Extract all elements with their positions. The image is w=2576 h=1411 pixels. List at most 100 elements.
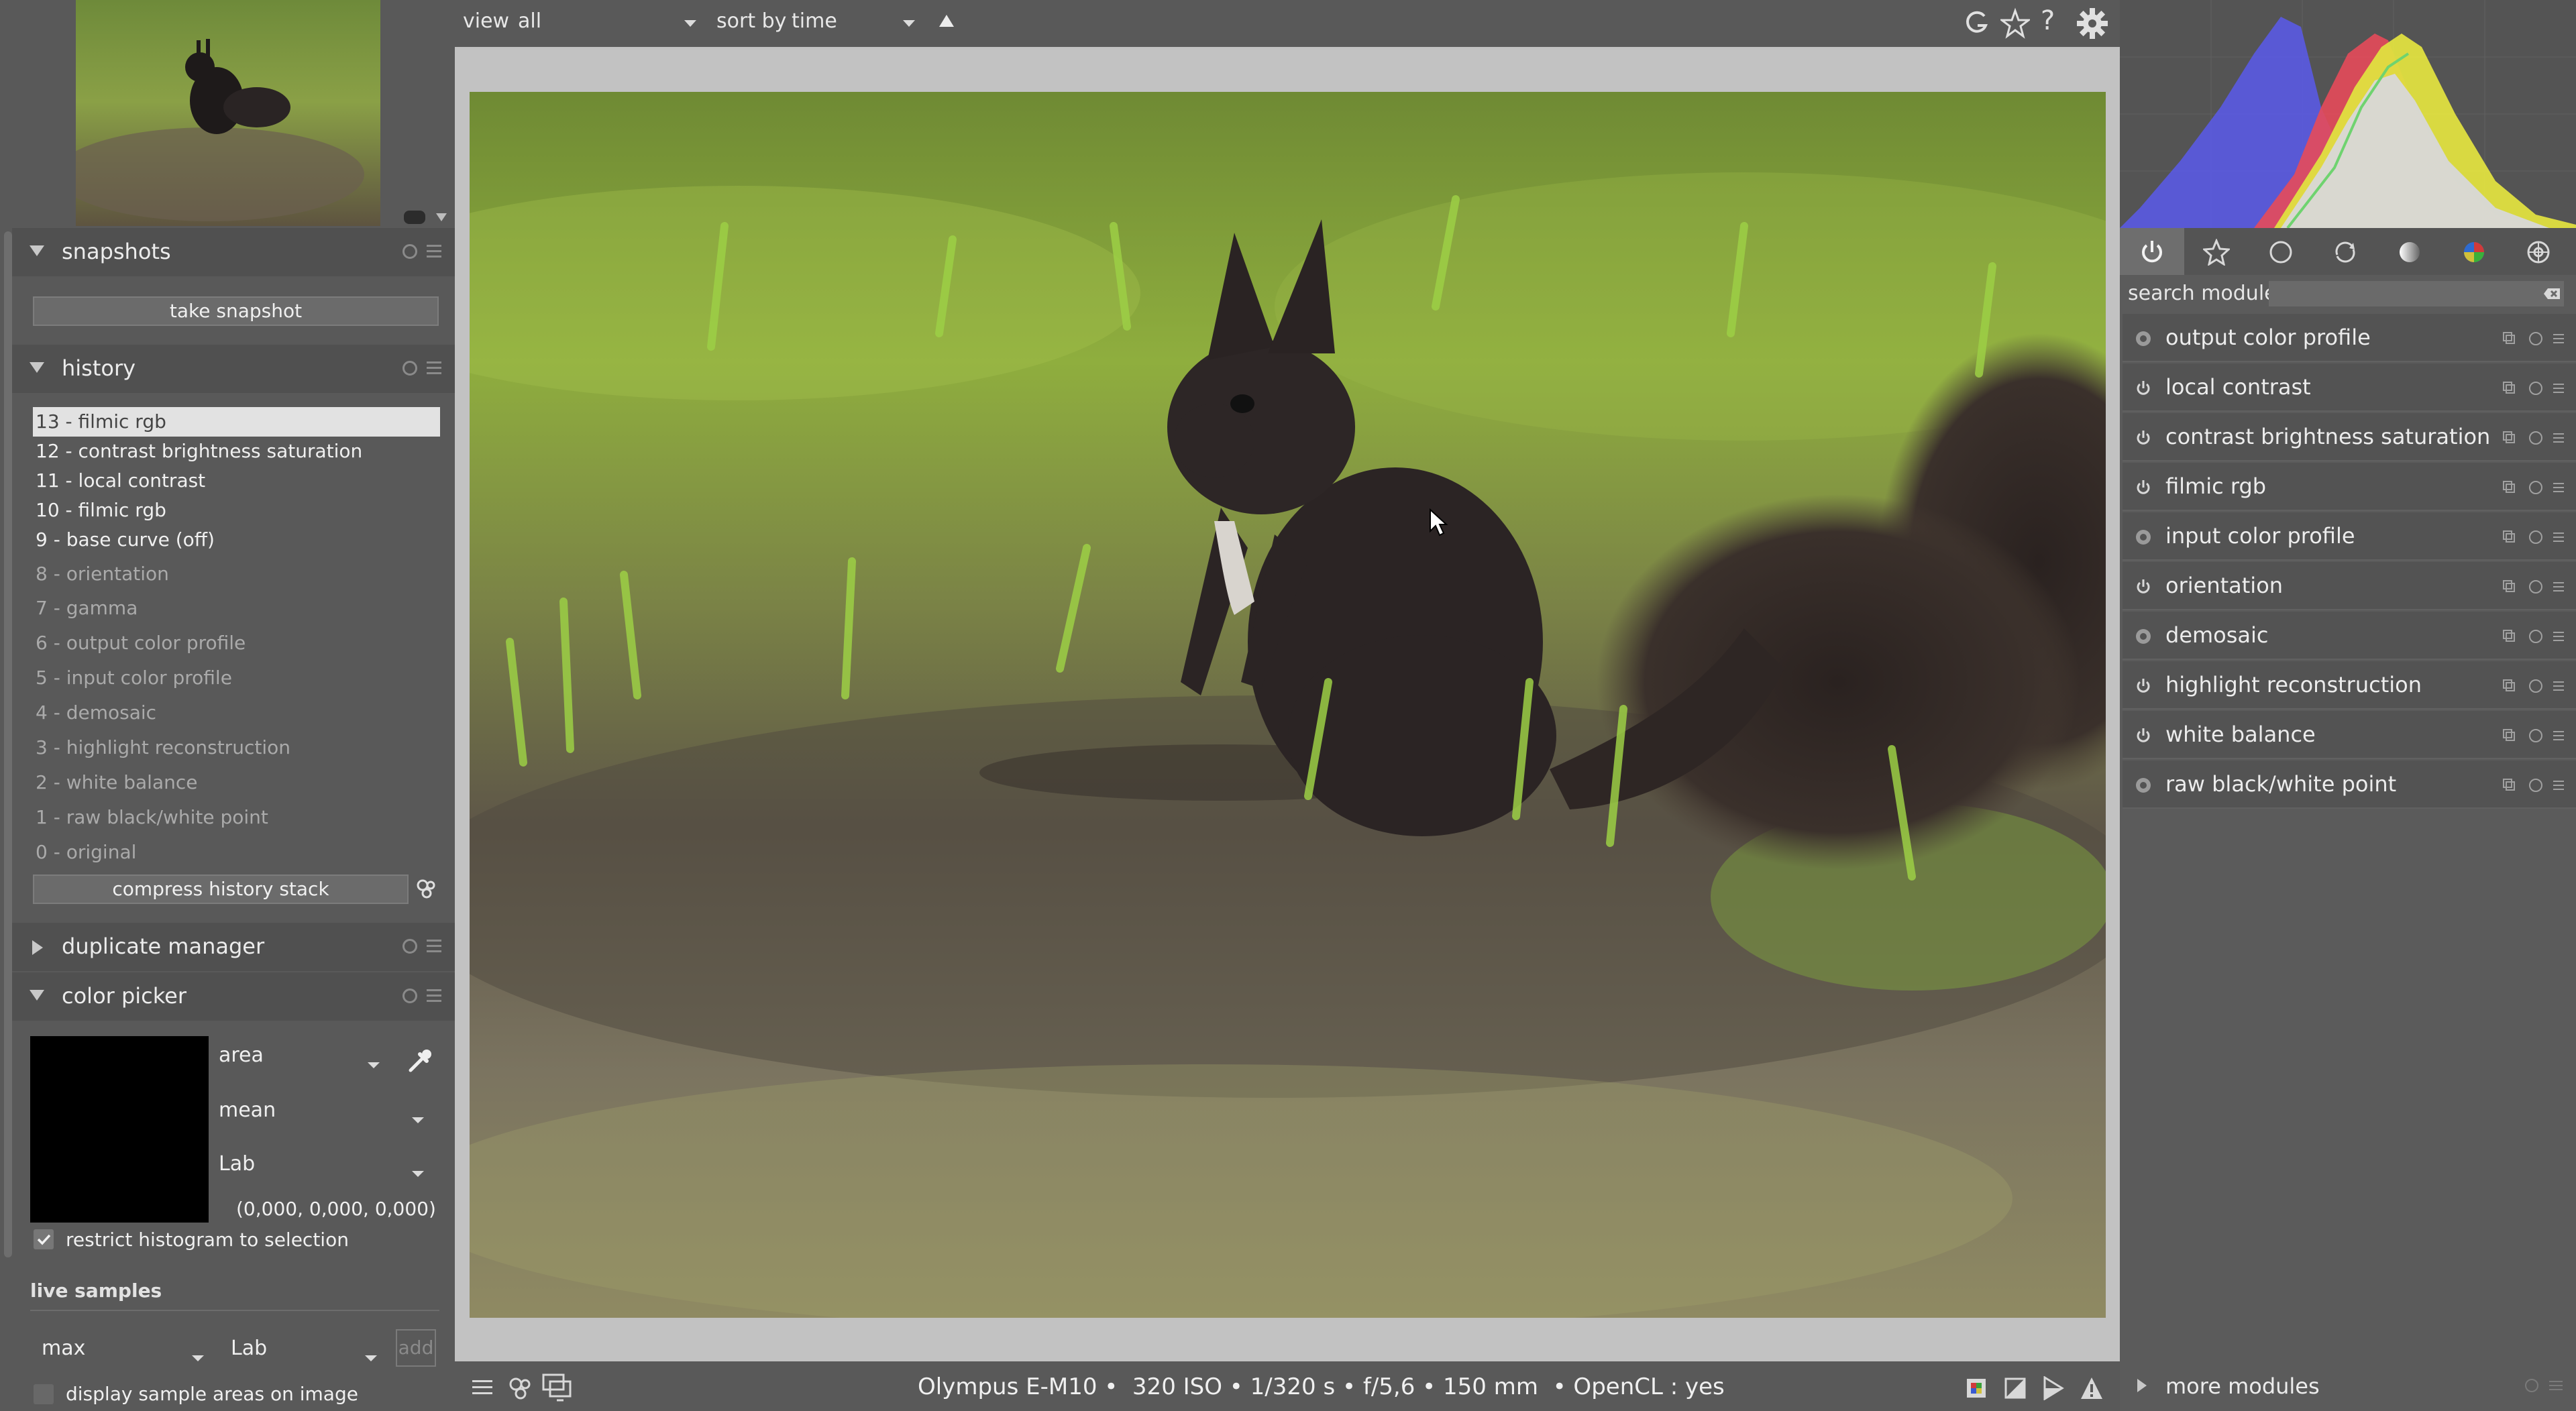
- hamburger-menu-icon[interactable]: [472, 1377, 492, 1398]
- gamut-check-icon[interactable]: [2080, 1376, 2104, 1400]
- overexposed-indicator-icon[interactable]: [2004, 1377, 2026, 1399]
- module-raw-black-white-point[interactable]: raw black/white point: [2123, 760, 2576, 809]
- picker-mode-dropdown[interactable]: area: [219, 1043, 389, 1084]
- history-item[interactable]: 7 - gamma: [33, 594, 440, 623]
- sample-colorspace-dropdown[interactable]: Lab: [231, 1337, 386, 1377]
- history-item[interactable]: 9 - base curve (off): [33, 525, 440, 555]
- power-icon[interactable]: [2135, 777, 2152, 794]
- module-white-balance[interactable]: white balance: [2123, 711, 2576, 759]
- history-style-icon[interactable]: [413, 874, 440, 904]
- second-window-icon[interactable]: [542, 1373, 573, 1403]
- sort-dropdown[interactable]: time: [792, 9, 919, 33]
- module-actions-icon[interactable]: [2502, 727, 2567, 744]
- duplicate-manager-header[interactable]: duplicate manager: [12, 923, 455, 971]
- reset-icon[interactable]: [2525, 1379, 2538, 1392]
- module-actions-icon[interactable]: [2502, 777, 2567, 794]
- history-item[interactable]: 6 - output color profile: [33, 628, 440, 658]
- navigation-thumbnail[interactable]: [76, 0, 380, 226]
- power-icon[interactable]: [2135, 528, 2152, 546]
- history-item[interactable]: 11 - local contrast: [33, 466, 440, 496]
- module-actions-icon[interactable]: [2502, 479, 2567, 496]
- tab-tone[interactable]: [2377, 228, 2442, 275]
- module-input-color-profile[interactable]: input color profile: [2123, 512, 2576, 561]
- presets-menu-icon[interactable]: [427, 245, 441, 258]
- chevron-down-icon: [684, 20, 696, 27]
- history-item[interactable]: 1 - raw black/white point: [33, 803, 440, 832]
- history-item[interactable]: 3 - highlight reconstruction: [33, 733, 440, 763]
- reset-icon[interactable]: [402, 939, 417, 954]
- gear-icon[interactable]: [2076, 7, 2109, 40]
- module-actions-icon[interactable]: [2502, 429, 2567, 447]
- module-actions-icon[interactable]: [2502, 380, 2567, 397]
- module-filmic-rgb[interactable]: filmic rgb: [2123, 463, 2576, 511]
- styles-icon[interactable]: [507, 1375, 534, 1402]
- module-actions-icon[interactable]: [2502, 628, 2567, 645]
- history-item[interactable]: 5 - input color profile: [33, 663, 440, 693]
- more-modules-header[interactable]: more modules: [2123, 1361, 2576, 1411]
- tab-correct[interactable]: [2313, 228, 2377, 275]
- squirrel-photo[interactable]: [470, 92, 2106, 1318]
- tab-color[interactable]: [2442, 228, 2506, 275]
- tab-active-modules[interactable]: [2120, 228, 2184, 275]
- module-local-contrast[interactable]: local contrast: [2123, 363, 2576, 412]
- restrict-histogram-checkbox[interactable]: [34, 1229, 54, 1249]
- module-actions-icon[interactable]: [2502, 677, 2567, 695]
- view-filter-dropdown[interactable]: all: [518, 9, 699, 33]
- tab-base[interactable]: [2249, 228, 2313, 275]
- eyedropper-icon[interactable]: [405, 1048, 433, 1076]
- history-item[interactable]: 12 - contrast brightness saturation: [33, 437, 440, 466]
- history-header[interactable]: history: [12, 345, 455, 393]
- power-icon[interactable]: [2135, 380, 2152, 397]
- add-sample-button[interactable]: add: [396, 1329, 436, 1367]
- module-contrast-brightness-saturation[interactable]: contrast brightness saturation: [2123, 413, 2576, 461]
- presets-menu-icon[interactable]: [2549, 1379, 2563, 1392]
- snapshots-header[interactable]: snapshots: [12, 228, 455, 276]
- picker-statistic-dropdown[interactable]: mean: [219, 1098, 433, 1139]
- reset-icon[interactable]: [402, 361, 417, 376]
- presets-menu-icon[interactable]: [427, 989, 441, 1003]
- presets-menu-icon[interactable]: [427, 361, 441, 375]
- tab-favorites[interactable]: [2184, 228, 2249, 275]
- star-icon[interactable]: [2000, 7, 2030, 40]
- power-icon[interactable]: [2135, 727, 2152, 744]
- color-picker-header[interactable]: color picker: [12, 972, 455, 1021]
- history-item[interactable]: 8 - orientation: [33, 559, 440, 589]
- module-demosaic[interactable]: demosaic: [2123, 612, 2576, 660]
- history-item[interactable]: 13 - filmic rgb: [33, 407, 440, 437]
- take-snapshot-button[interactable]: take snapshot: [33, 296, 439, 326]
- module-orientation[interactable]: orientation: [2123, 562, 2576, 610]
- power-icon[interactable]: [2135, 479, 2152, 496]
- power-icon[interactable]: [2135, 677, 2152, 695]
- module-output-color-profile[interactable]: output color profile: [2123, 314, 2576, 362]
- compress-history-button[interactable]: compress history stack: [33, 874, 409, 904]
- color-assessment-icon[interactable]: [1966, 1377, 1987, 1399]
- softproof-icon[interactable]: [2042, 1376, 2065, 1400]
- reset-icon[interactable]: [402, 244, 417, 259]
- picker-colorspace-dropdown[interactable]: Lab: [219, 1152, 433, 1192]
- help-icon[interactable]: ?: [2041, 5, 2061, 39]
- power-icon[interactable]: [2135, 330, 2152, 347]
- history-item[interactable]: 4 - demosaic: [33, 698, 440, 728]
- module-actions-icon[interactable]: [2502, 528, 2567, 546]
- power-icon[interactable]: [2135, 429, 2152, 447]
- reset-icon[interactable]: [402, 989, 417, 1003]
- module-actions-icon[interactable]: [2502, 578, 2567, 596]
- history-item[interactable]: 10 - filmic rgb: [33, 496, 440, 525]
- history-item[interactable]: 0 - original: [33, 838, 440, 867]
- module-highlight-reconstruction[interactable]: highlight reconstruction: [2123, 661, 2576, 710]
- module-actions-icon[interactable]: [2502, 330, 2567, 347]
- grouping-icon[interactable]: [1963, 7, 1990, 40]
- display-sample-areas-checkbox[interactable]: [34, 1384, 54, 1404]
- thumbnail-options-icon[interactable]: [402, 201, 449, 228]
- tab-effects[interactable]: [2506, 228, 2571, 275]
- histogram[interactable]: [2120, 0, 2576, 228]
- sort-order-icon[interactable]: [939, 15, 954, 27]
- presets-menu-icon[interactable]: [427, 940, 441, 953]
- sample-statistic-dropdown[interactable]: max: [42, 1337, 213, 1377]
- clear-search-icon[interactable]: [2542, 284, 2561, 303]
- left-panel-scrollbar[interactable]: [4, 231, 12, 1257]
- power-icon[interactable]: [2135, 628, 2152, 645]
- power-icon[interactable]: [2135, 578, 2152, 596]
- history-item[interactable]: 2 - white balance: [33, 768, 440, 797]
- search-module-input[interactable]: [2269, 281, 2564, 306]
